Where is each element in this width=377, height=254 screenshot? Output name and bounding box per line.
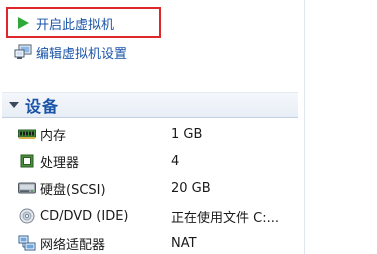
network-adapter-icon [18, 235, 36, 251]
collapse-caret-icon[interactable] [9, 102, 19, 108]
device-row-processor[interactable]: 处理器 4 [18, 151, 304, 171]
memory-icon [18, 126, 36, 142]
highlight-box [6, 7, 161, 38]
vm-settings-icon [14, 44, 32, 60]
device-row-memory[interactable]: 内存 1 GB [18, 124, 304, 144]
device-value: 4 [171, 153, 180, 169]
panel-divider [304, 0, 305, 254]
device-value: NAT [171, 235, 197, 251]
cd-dvd-icon [18, 208, 36, 224]
device-name: CD/DVD (IDE) [40, 208, 129, 224]
device-value: 正在使用文件 C:... [171, 210, 279, 226]
devices-section-title: 设备 [25, 97, 60, 116]
processor-icon [18, 153, 36, 169]
device-row-cd-dvd[interactable]: CD/DVD (IDE) 正在使用文件 C:... [18, 206, 304, 226]
hard-disk-icon [18, 180, 36, 196]
device-name: 内存 [40, 128, 67, 144]
edit-settings-label: 编辑虚拟机设置 [36, 46, 128, 62]
device-value: 1 GB [171, 126, 203, 142]
device-value: 20 GB [171, 180, 211, 196]
device-row-network-adapter[interactable]: 网络适配器 NAT [18, 233, 304, 253]
devices-section-header[interactable]: 设备 [2, 92, 298, 118]
device-name: 处理器 [40, 155, 80, 171]
device-name: 网络适配器 [40, 237, 106, 253]
device-name: 硬盘(SCSI) [40, 182, 106, 198]
edit-vm-settings-link[interactable]: 编辑虚拟机设置 [14, 42, 127, 62]
device-row-hard-disk[interactable]: 硬盘(SCSI) 20 GB [18, 178, 304, 198]
